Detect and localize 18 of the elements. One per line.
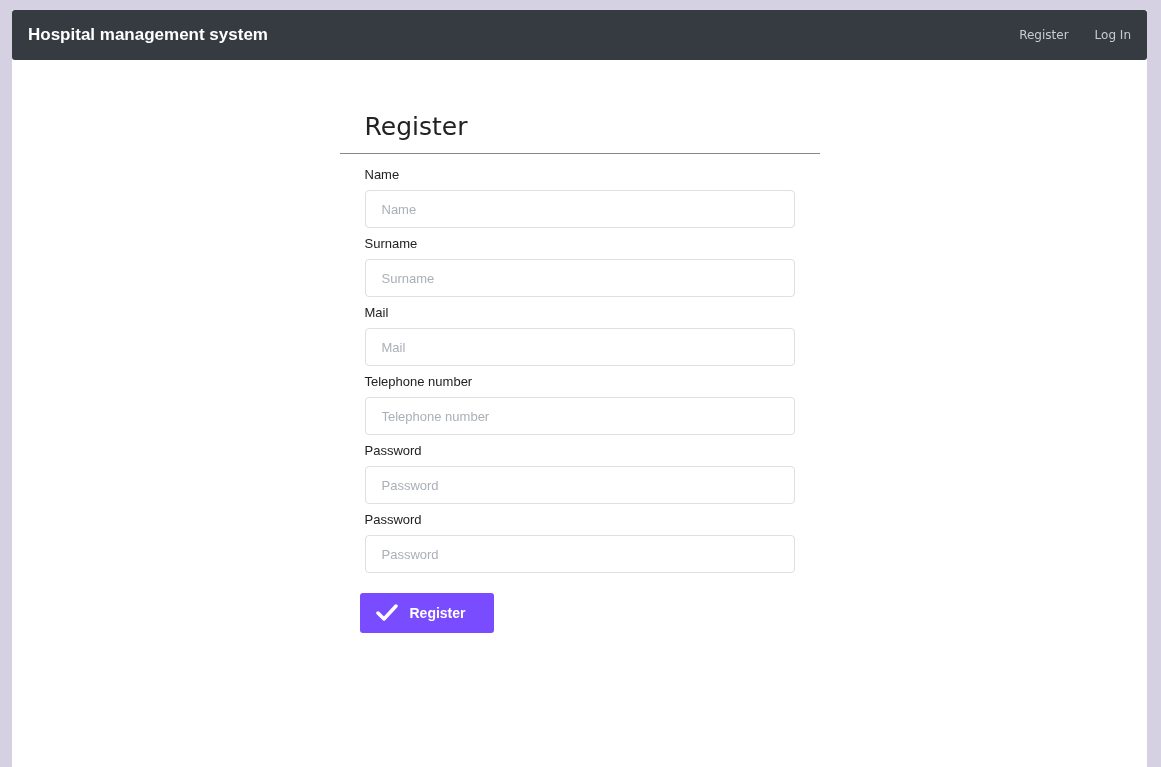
field-label: Surname [364,236,419,251]
field-label: Password [364,443,423,458]
nav-link[interactable]: Register [1019,28,1069,42]
input-field[interactable]: Password [364,535,795,573]
input-field[interactable]: Name [364,190,795,228]
nav-link[interactable]: Log In [1094,28,1131,42]
input-field[interactable]: Mail [364,328,795,366]
form-title: Register [339,112,820,154]
register-button[interactable]: Register [359,593,494,633]
brand-title: Hospital management system [28,25,269,45]
input-field[interactable]: Telephone number [364,397,795,435]
field-label: Mail [364,305,390,320]
input-field[interactable]: Surname [364,259,795,297]
check-icon [375,604,398,622]
field-label: Password [364,512,423,527]
input-field[interactable]: Password [364,466,795,504]
field-label: Name [364,167,401,182]
field-label: Telephone number [364,374,474,389]
